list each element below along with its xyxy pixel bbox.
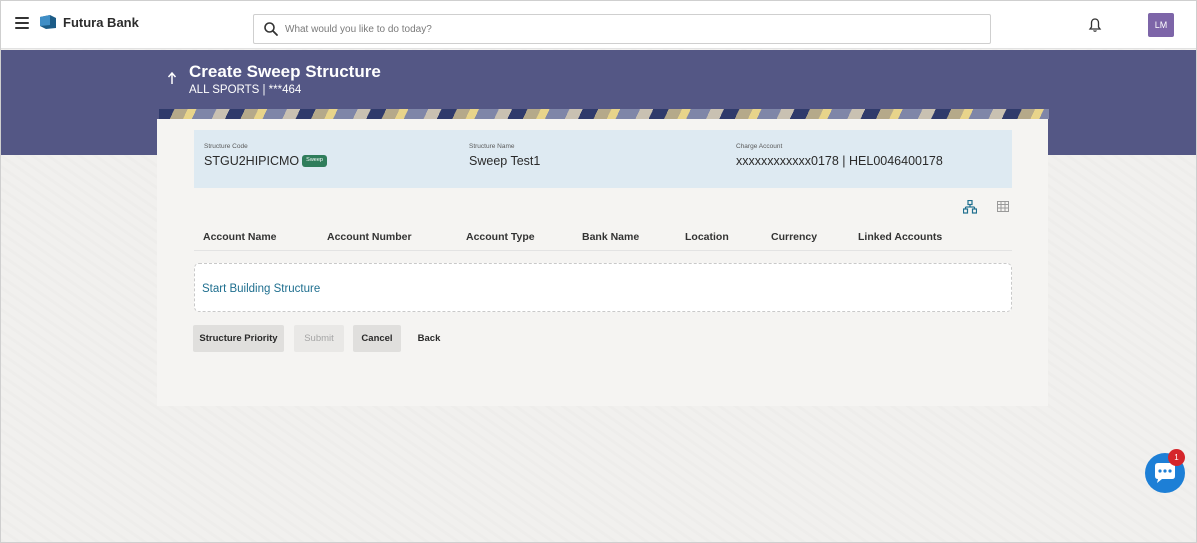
hamburger-menu-icon[interactable]: [15, 17, 29, 29]
bank-logo-icon: [40, 15, 56, 29]
structure-name-value: Sweep Test1: [469, 154, 541, 168]
back-button[interactable]: Back: [413, 325, 445, 352]
column-header: Currency: [771, 231, 818, 243]
column-header: Account Number: [327, 231, 412, 243]
brand-name[interactable]: Futura Bank: [63, 15, 139, 30]
structure-code-label: Structure Code: [204, 143, 248, 150]
structure-builder-area: Start Building Structure: [194, 263, 1012, 312]
tree-view-icon[interactable]: [963, 200, 977, 214]
app-frame: Futura Bank LM Create Sweep Structure AL…: [0, 0, 1197, 543]
page-subtitle: ALL SPORTS | ***464: [189, 84, 302, 96]
top-bar: Futura Bank LM: [1, 1, 1196, 49]
back-arrow-icon[interactable]: [166, 71, 178, 85]
start-building-link[interactable]: Start Building Structure: [202, 283, 320, 295]
column-header: Account Name: [203, 231, 277, 243]
charge-account-value: xxxxxxxxxxxx0178 | HEL0046400178: [736, 154, 943, 168]
sweep-badge: Sweep: [302, 155, 327, 167]
charge-account-label: Charge Account: [736, 143, 783, 150]
search-icon: [264, 22, 278, 36]
column-header: Location: [685, 231, 729, 243]
column-header: Account Type: [466, 231, 535, 243]
table-header: Account Name Account Number Account Type…: [194, 225, 1012, 251]
search-input[interactable]: [285, 23, 965, 35]
structure-code-value: STGU2HIPICMO: [204, 154, 300, 168]
column-header: Bank Name: [582, 231, 640, 243]
column-header: Linked Accounts: [858, 231, 943, 243]
page-title: Create Sweep Structure: [189, 62, 381, 81]
table-view-icon[interactable]: [997, 201, 1009, 212]
decorative-pattern-stripe: [159, 109, 1049, 119]
structure-code-field: Structure Code STGU2HIPICMO Sweep: [204, 143, 327, 168]
structure-info-panel: Structure Code STGU2HIPICMO Sweep Struct…: [194, 130, 1012, 188]
cancel-button[interactable]: Cancel: [353, 325, 401, 352]
chat-notification-badge: 1: [1168, 449, 1185, 466]
structure-name-label: Structure Name: [469, 143, 515, 150]
structure-name-field: Structure Name Sweep Test1: [469, 143, 540, 168]
structure-priority-button[interactable]: Structure Priority: [193, 325, 284, 352]
notification-bell-icon[interactable]: [1088, 17, 1102, 33]
submit-button[interactable]: Submit: [294, 325, 344, 352]
user-avatar[interactable]: LM: [1148, 13, 1174, 37]
charge-account-field: Charge Account xxxxxxxxxxxx0178 | HEL004…: [736, 143, 943, 168]
structure-card: Structure Code STGU2HIPICMO Sweep Struct…: [157, 119, 1048, 406]
search-bar[interactable]: [253, 14, 991, 44]
